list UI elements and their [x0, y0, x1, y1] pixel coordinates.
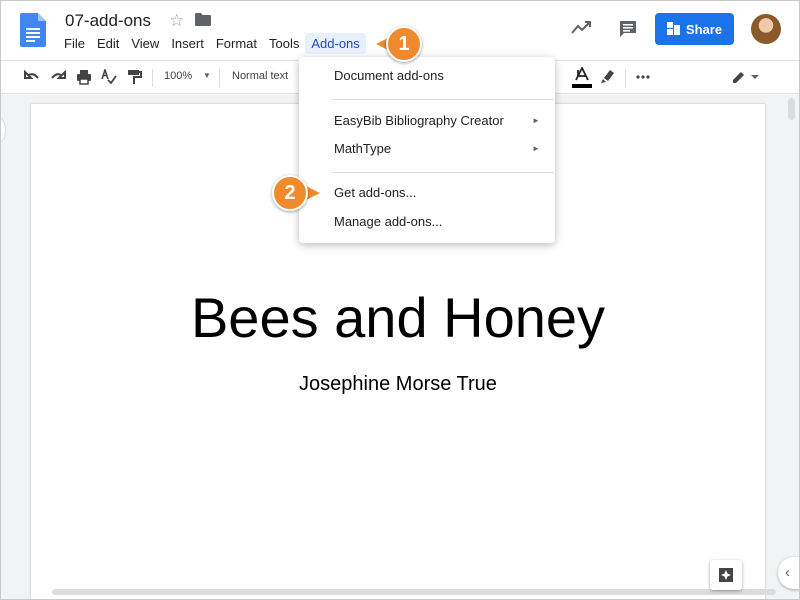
docs-logo-icon[interactable] [20, 13, 46, 47]
menu-edit[interactable]: Edit [91, 33, 125, 54]
print-icon[interactable] [76, 69, 92, 85]
document-heading: Bees and Honey [190, 286, 606, 349]
addons-menu: Document add-ons EasyBib Bibliography Cr… [299, 57, 555, 243]
toolbar-divider [152, 69, 153, 87]
menu-item-manage-addons[interactable]: Manage add-ons... [299, 209, 555, 235]
spellcheck-icon[interactable] [101, 69, 117, 85]
document-author: Josephine Morse True [299, 373, 497, 395]
text-color-icon[interactable] [572, 67, 592, 89]
horizontal-scrollbar[interactable] [52, 589, 776, 595]
callout-step-2: 2 [272, 175, 308, 211]
paint-format-icon[interactable] [126, 69, 142, 85]
undo-icon[interactable] [24, 69, 40, 85]
more-icon[interactable] [636, 75, 650, 79]
toolbar-divider [219, 69, 220, 87]
lock-icon [666, 22, 680, 35]
highlight-icon[interactable] [600, 68, 616, 84]
menu-item-easybib[interactable]: EasyBib Bibliography Creator [299, 108, 555, 134]
menu-item-document-addons[interactable]: Document add-ons [299, 63, 555, 89]
toolbar-divider [625, 69, 626, 87]
chevron-down-icon[interactable]: ▼ [203, 71, 211, 80]
submenu-arrow-icon: ► [532, 144, 540, 153]
mathtype-label: MathType [334, 141, 392, 156]
share-button[interactable]: Share [655, 13, 734, 45]
redo-icon[interactable] [50, 69, 66, 85]
menu-view[interactable]: View [125, 33, 165, 54]
explore-icon [719, 568, 733, 582]
avatar[interactable] [751, 14, 781, 44]
callout-step-1: 1 [386, 26, 422, 62]
doc-title[interactable]: 07-add-ons [65, 11, 151, 31]
menu-item-mathtype[interactable]: MathType [299, 136, 555, 162]
comment-icon[interactable] [618, 19, 638, 39]
menu-item-get-addons[interactable]: Get add-ons... [299, 180, 555, 206]
menu-insert[interactable]: Insert [165, 33, 210, 54]
trending-icon[interactable] [571, 20, 591, 34]
menu-file[interactable]: File [58, 33, 91, 54]
explore-button[interactable] [710, 560, 742, 590]
folder-icon[interactable] [195, 13, 211, 26]
menu-format[interactable]: Format [210, 33, 263, 54]
edit-mode-icon[interactable] [731, 69, 759, 85]
zoom-select[interactable]: 100% [164, 70, 192, 82]
star-icon[interactable]: ☆ [169, 11, 184, 31]
style-select[interactable]: Normal text [232, 70, 288, 82]
menu-tools[interactable]: Tools [263, 33, 305, 54]
menu-separator [332, 172, 554, 173]
menu-addons[interactable]: Add-ons [305, 33, 366, 54]
easybib-label: EasyBib Bibliography Creator [334, 113, 504, 128]
menubar: File Edit View Insert Format Tools Add-o… [58, 33, 366, 54]
share-label: Share [685, 21, 723, 37]
vertical-scrollbar[interactable] [788, 98, 795, 120]
menu-separator [332, 99, 554, 100]
callout-pointer [306, 186, 320, 200]
submenu-arrow-icon: ► [532, 116, 540, 125]
